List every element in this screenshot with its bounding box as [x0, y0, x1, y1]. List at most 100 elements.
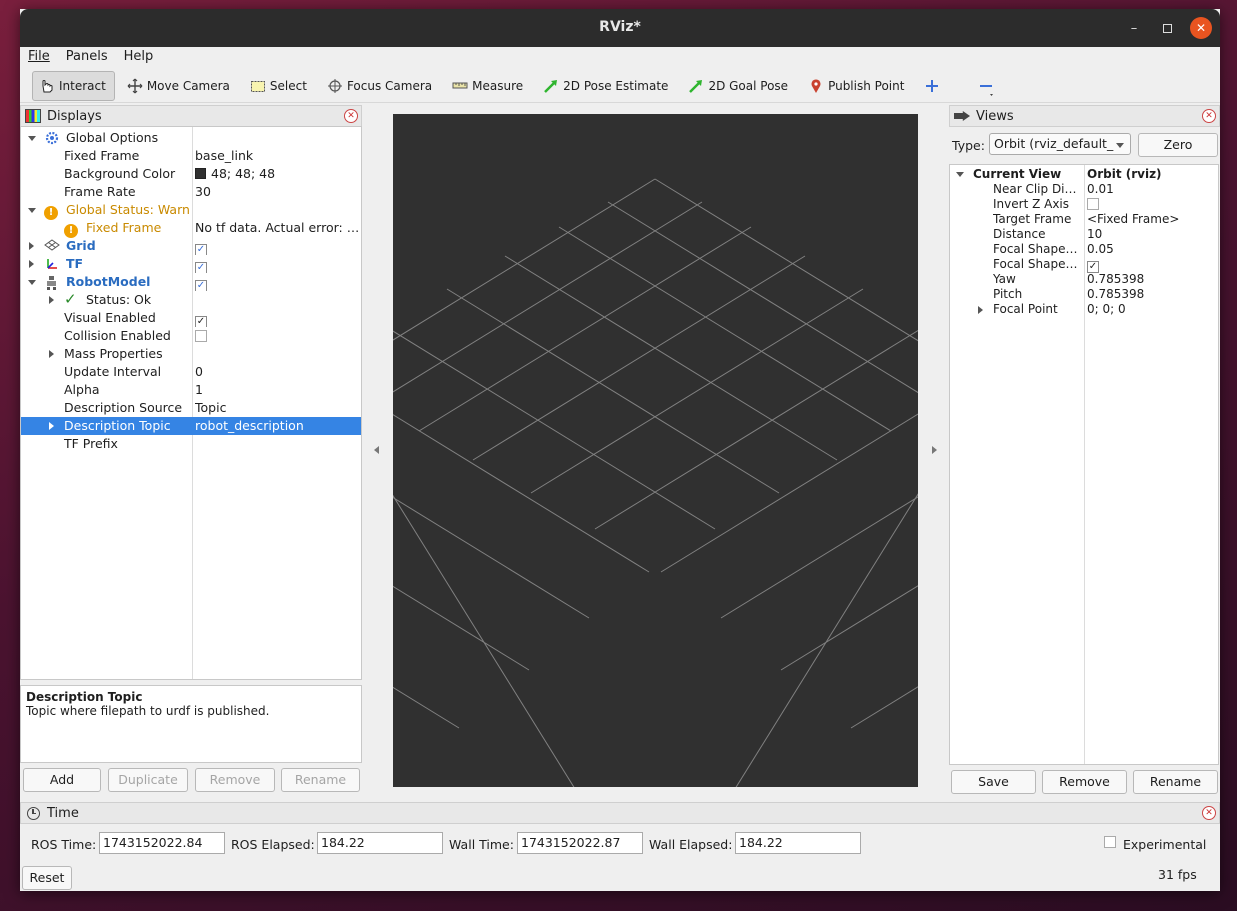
tree-row-collision-enabled[interactable]: Collision Enabled — [21, 327, 361, 345]
tool-2d-pose-estimate[interactable]: 2D Pose Estimate — [537, 71, 676, 101]
close-panel-icon[interactable]: ✕ — [1202, 109, 1216, 123]
tf-checkbox[interactable]: ✓ — [195, 255, 359, 273]
view-row-target-frame[interactable]: Target Frame <Fixed Frame> — [950, 212, 1218, 227]
displays-tree[interactable]: Global Options Fixed Frame base_link Bac… — [20, 126, 362, 680]
row-value[interactable]: base_link — [195, 147, 359, 165]
tool-focus-camera[interactable]: Focus Camera — [321, 71, 440, 101]
chevron-right-icon[interactable] — [978, 306, 983, 314]
minimize-icon[interactable]: – — [1123, 17, 1145, 39]
robotmodel-checkbox[interactable]: ✓ — [195, 273, 359, 291]
view-type-select[interactable]: Orbit (rviz_default_ — [989, 133, 1131, 155]
grid-checkbox[interactable]: ✓ — [195, 237, 359, 255]
tool-interact[interactable]: Interact — [32, 70, 115, 101]
tree-row-alpha[interactable]: Alpha 1 — [21, 381, 361, 399]
row-value[interactable]: robot_description — [195, 417, 359, 435]
focal-shape-checkbox[interactable]: ✓ — [1087, 257, 1099, 273]
tool-measure[interactable]: Measure — [446, 71, 531, 101]
row-value[interactable]: 48; 48; 48 — [195, 165, 359, 183]
tree-row-status-ok[interactable]: ✓ Status: Ok — [21, 291, 361, 309]
view-row-pitch[interactable]: Pitch 0.785398 — [950, 287, 1218, 302]
chevron-down-icon[interactable] — [956, 172, 964, 177]
row-value[interactable]: <Fixed Frame> — [1087, 212, 1179, 227]
ros-elapsed-field[interactable]: 184.22 — [317, 832, 443, 854]
close-icon[interactable]: ✕ — [1190, 17, 1212, 39]
chevron-right-icon[interactable] — [29, 242, 34, 250]
tree-row-description-topic[interactable]: Description Topic robot_description — [21, 417, 361, 435]
tree-row-update-interval[interactable]: Update Interval 0 — [21, 363, 361, 381]
visual-enabled-checkbox[interactable]: ✓ — [195, 309, 359, 327]
row-value[interactable]: 30 — [195, 183, 359, 201]
ros-time-field[interactable]: 1743152022.84 — [99, 832, 225, 854]
tree-row-tf-prefix[interactable]: TF Prefix — [21, 435, 361, 453]
view-row-focal-shape-fixed[interactable]: Focal Shape… ✓ — [950, 257, 1218, 273]
rename-display-button[interactable]: Rename — [281, 768, 360, 792]
tree-row-fixed-frame[interactable]: Fixed Frame base_link — [21, 147, 361, 165]
row-value[interactable]: 1 — [195, 381, 359, 399]
collapse-left-icon[interactable] — [374, 446, 379, 454]
row-value[interactable]: 0.05 — [1087, 242, 1114, 257]
tool-2d-goal-pose[interactable]: 2D Goal Pose — [682, 71, 796, 101]
row-value[interactable]: Topic — [195, 399, 359, 417]
maximize-icon[interactable] — [1156, 17, 1178, 39]
chevron-right-icon[interactable] — [49, 350, 54, 358]
add-tool-button[interactable] — [918, 71, 952, 101]
title-bar[interactable]: RViz* – ✕ — [20, 9, 1220, 47]
tree-row-mass-properties[interactable]: Mass Properties — [21, 345, 361, 363]
close-panel-icon[interactable]: ✕ — [344, 109, 358, 123]
tree-row-global-options[interactable]: Global Options — [21, 129, 361, 147]
reset-button[interactable]: Reset — [22, 866, 72, 890]
menu-help[interactable]: Help — [116, 47, 162, 69]
view-row-invert-z[interactable]: Invert Z Axis — [950, 197, 1218, 212]
zero-button[interactable]: Zero — [1138, 133, 1218, 157]
menu-panels[interactable]: Panels — [58, 47, 116, 69]
3d-viewport[interactable] — [126, 114, 1184, 835]
row-value[interactable]: 0.01 — [1087, 182, 1114, 197]
close-panel-icon[interactable]: ✕ — [1202, 806, 1216, 820]
view-row-focal-point[interactable]: Focal Point 0; 0; 0 — [950, 302, 1218, 317]
wall-elapsed-field[interactable]: 184.22 — [735, 832, 861, 854]
chevron-down-icon[interactable] — [28, 208, 36, 213]
tool-move-camera[interactable]: Move Camera — [121, 71, 238, 101]
rename-view-button[interactable]: Rename — [1133, 770, 1218, 794]
remove-tool-button[interactable] — [972, 71, 1006, 101]
view-row-focal-shape-size[interactable]: Focal Shape… 0.05 — [950, 242, 1218, 257]
color-swatch[interactable] — [195, 168, 206, 179]
row-value[interactable]: 0.785398 — [1087, 272, 1144, 287]
row-value[interactable]: 0.785398 — [1087, 287, 1144, 302]
tree-row-global-status[interactable]: ! Global Status: Warn — [21, 201, 361, 220]
chevron-right-icon[interactable] — [49, 296, 54, 304]
remove-display-button[interactable]: Remove — [195, 768, 275, 792]
tree-row-grid[interactable]: Grid ✓ — [21, 237, 361, 255]
tree-row-description-source[interactable]: Description Source Topic — [21, 399, 361, 417]
tree-row-visual-enabled[interactable]: Visual Enabled ✓ — [21, 309, 361, 327]
collapse-right-icon[interactable] — [932, 446, 937, 454]
duplicate-button[interactable]: Duplicate — [108, 768, 188, 792]
chevron-right-icon[interactable] — [49, 422, 54, 430]
chevron-down-icon[interactable] — [28, 136, 36, 141]
experimental-checkbox[interactable] — [1104, 836, 1116, 848]
add-button[interactable]: Add — [23, 768, 101, 792]
tree-row-tf[interactable]: TF ✓ — [21, 255, 361, 273]
chevron-right-icon[interactable] — [29, 260, 34, 268]
save-view-button[interactable]: Save — [951, 770, 1036, 794]
view-row-distance[interactable]: Distance 10 — [950, 227, 1218, 242]
wall-time-field[interactable]: 1743152022.87 — [517, 832, 643, 854]
view-row-near-clip[interactable]: Near Clip Di… 0.01 — [950, 182, 1218, 197]
row-value[interactable]: 10 — [1087, 227, 1102, 242]
view-row-yaw[interactable]: Yaw 0.785398 — [950, 272, 1218, 287]
tool-select[interactable]: Select — [244, 71, 315, 101]
current-view-row[interactable]: Current View Orbit (rviz) — [950, 167, 1218, 182]
row-value[interactable]: 0 — [195, 363, 359, 381]
invert-z-checkbox[interactable] — [1087, 197, 1099, 213]
views-tree[interactable]: Current View Orbit (rviz) Near Clip Di… 0… — [949, 164, 1219, 765]
collision-enabled-checkbox[interactable] — [195, 327, 359, 345]
remove-view-button[interactable]: Remove — [1042, 770, 1127, 794]
tool-publish-point[interactable]: Publish Point — [802, 71, 912, 101]
menu-file[interactable]: File — [20, 47, 58, 69]
chevron-down-icon[interactable] — [28, 280, 36, 285]
tree-row-fixed-frame-status[interactable]: ! Fixed Frame No tf data. Actual error: … — [21, 219, 361, 238]
tree-row-robotmodel[interactable]: RobotModel ✓ — [21, 273, 361, 291]
tree-row-frame-rate[interactable]: Frame Rate 30 — [21, 183, 361, 201]
row-value[interactable]: 0; 0; 0 — [1087, 302, 1126, 317]
tree-row-background-color[interactable]: Background Color 48; 48; 48 — [21, 165, 361, 183]
